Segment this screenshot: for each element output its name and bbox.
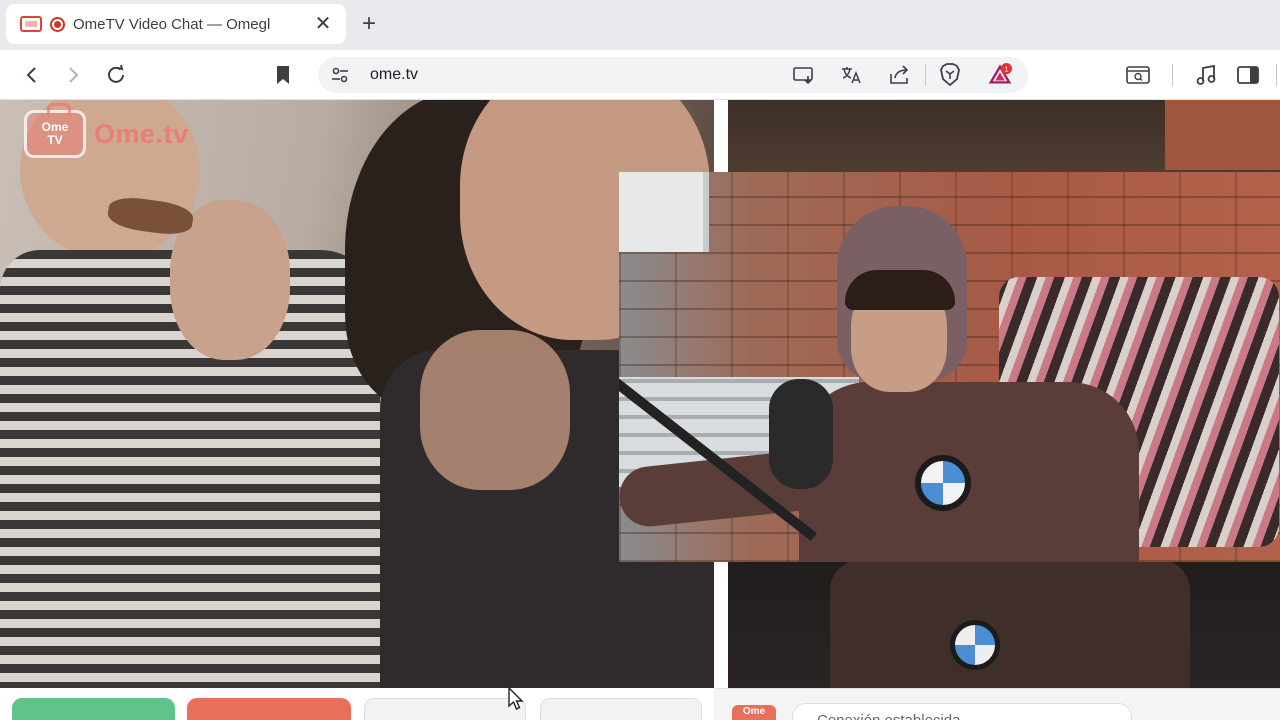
- recording-icon: [50, 16, 65, 32]
- bmw-logo-icon: [950, 620, 1000, 670]
- new-tab-button[interactable]: +: [362, 12, 376, 36]
- browser-tab[interactable]: OmeTV Video Chat — Omegl ✕: [6, 4, 346, 44]
- tab-strip: OmeTV Video Chat — Omegl ✕ +: [0, 0, 1280, 50]
- browser-toolbar: ome.tv 1: [0, 50, 1280, 100]
- ometv-tv-icon: Ome TV: [24, 103, 86, 158]
- person-hand: [420, 330, 570, 490]
- brave-shield-icon[interactable]: [938, 63, 962, 87]
- back-icon[interactable]: [20, 63, 44, 87]
- tab-close-icon[interactable]: ✕: [312, 14, 334, 34]
- media-icon[interactable]: [1194, 63, 1218, 87]
- site-settings-icon[interactable]: [328, 63, 352, 87]
- logo-text: Ome.tv: [94, 118, 189, 149]
- stop-button[interactable]: [187, 698, 351, 720]
- chat-message: Conexión establecida: [792, 703, 1132, 720]
- person-hair: [845, 270, 955, 310]
- brick-wall: [1165, 100, 1280, 170]
- bookmark-icon[interactable]: [271, 63, 295, 87]
- address-bar[interactable]: ome.tv 1: [318, 57, 1028, 93]
- ometv-page: Ome TV Ome.tv Ome Conexión establecida: [0, 100, 1280, 720]
- install-app-icon[interactable]: [792, 63, 816, 87]
- url-text[interactable]: ome.tv: [370, 66, 418, 84]
- tab-title: OmeTV Video Chat — Omegl: [73, 15, 271, 33]
- rewards-badge-count: 1: [1004, 64, 1008, 73]
- stranger-video[interactable]: Ome TV Ome.tv: [0, 100, 714, 688]
- toolbar-divider: [925, 64, 926, 86]
- hoodie: [830, 560, 1190, 688]
- bmw-logo-icon: [915, 455, 971, 511]
- window: [619, 172, 709, 252]
- brave-rewards-icon[interactable]: 1: [988, 63, 1012, 87]
- translate-icon[interactable]: [840, 63, 864, 87]
- gender-button[interactable]: [540, 698, 702, 720]
- streamer-webcam-overlay: [619, 172, 1280, 562]
- reload-icon[interactable]: [104, 63, 128, 87]
- country-button[interactable]: [364, 698, 526, 720]
- ometv-favicon-icon: [20, 16, 42, 32]
- ometv-logo: Ome TV Ome.tv: [24, 103, 189, 158]
- logo-tv-line2: TV: [47, 133, 63, 147]
- chat-panel: Ome Conexión establecida: [714, 688, 1280, 720]
- start-button[interactable]: [12, 698, 175, 720]
- forward-icon[interactable]: [61, 63, 85, 87]
- tab-search-icon[interactable]: [1126, 63, 1150, 87]
- chat-logo: Ome: [732, 705, 776, 720]
- sidebar-icon[interactable]: [1236, 63, 1260, 87]
- share-icon[interactable]: [888, 63, 912, 87]
- toolbar-divider: [1172, 64, 1173, 86]
- toolbar-divider: [1276, 64, 1277, 86]
- microphone-icon: [769, 379, 833, 489]
